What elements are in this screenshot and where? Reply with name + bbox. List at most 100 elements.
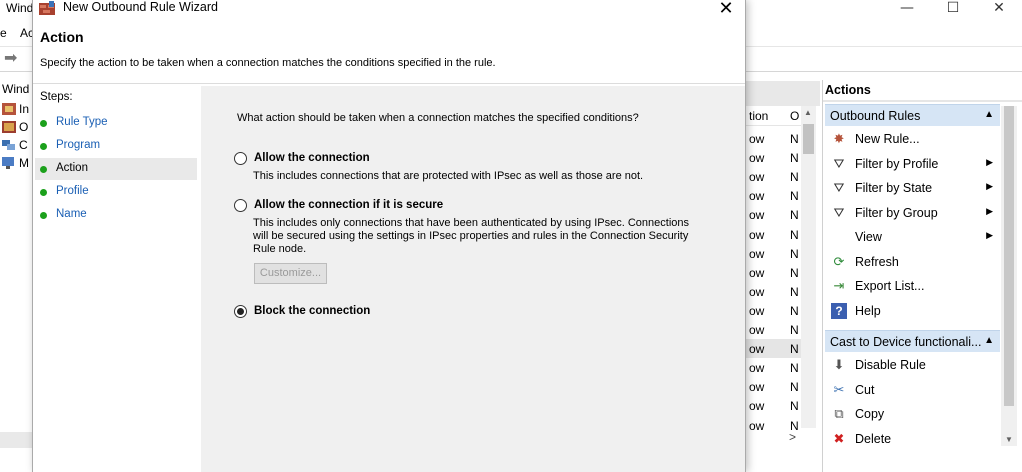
action-disable-rule[interactable]: ⬇ Disable Rule: [827, 354, 999, 376]
collapse-icon[interactable]: ▲: [984, 109, 994, 120]
table-row[interactable]: ow N: [745, 377, 803, 396]
step-rule-type[interactable]: Rule Type: [35, 112, 197, 134]
cell-action: ow: [749, 208, 765, 222]
allow-if-secure-radio[interactable]: Allow the connection if it is secure: [234, 197, 443, 213]
table-row[interactable]: ow N: [745, 301, 803, 320]
action-filter-by-profile[interactable]: ⛛ Filter by Profile ▶: [827, 153, 999, 175]
copy-icon: ⧉: [834, 406, 844, 421]
table-row[interactable]: ow N: [745, 339, 803, 358]
list-vertical-scrollbar[interactable]: ▲: [801, 106, 816, 428]
radio-button[interactable]: [234, 151, 247, 165]
table-row[interactable]: ow N: [745, 320, 803, 339]
tree-item-inbound[interactable]: In: [2, 100, 29, 118]
cell-action: ow: [749, 380, 765, 394]
table-row[interactable]: ow N: [745, 263, 803, 282]
cell-action: ow: [749, 151, 765, 165]
table-row[interactable]: ow N: [745, 148, 803, 167]
connection-security-icon: [2, 140, 15, 150]
radio-button[interactable]: [234, 198, 247, 212]
wizard-content: What action should be taken when a conne…: [201, 86, 745, 472]
cell-action: ow: [749, 361, 765, 375]
table-row[interactable]: ow N: [745, 396, 803, 415]
step-label: Name: [56, 208, 87, 220]
cell-action: ow: [749, 247, 765, 261]
cell-override: N: [790, 266, 799, 280]
minimize-button[interactable]: —: [884, 0, 930, 20]
table-row[interactable]: ow N: [745, 358, 803, 377]
action-help[interactable]: ? Help: [827, 300, 999, 322]
cell-action: ow: [749, 228, 765, 242]
wizard-close-button[interactable]: ✕: [709, 0, 743, 19]
cell-override: N: [790, 323, 799, 337]
tree-item-monitoring[interactable]: M: [2, 154, 29, 172]
action-delete[interactable]: ✖ Delete: [827, 428, 999, 450]
table-row[interactable]: ow N: [745, 167, 803, 186]
action-label: Delete: [855, 431, 892, 446]
cell-action: ow: [749, 266, 765, 280]
actions-group-outbound-rules[interactable]: Outbound Rules ▲: [825, 104, 1000, 126]
steps-heading: Steps:: [40, 91, 73, 103]
firewall-icon: [39, 1, 55, 15]
tree-item-connection-security[interactable]: C: [2, 136, 28, 154]
table-row[interactable]: ow N: [745, 205, 803, 224]
customize-button[interactable]: Customize...: [254, 263, 327, 284]
new-rule-icon: ✸: [833, 131, 845, 146]
page-title: Action: [40, 29, 84, 45]
column-header-action[interactable]: tion: [749, 109, 768, 123]
block-connection-radio[interactable]: Block the connection: [234, 303, 370, 319]
tree-horizontal-scrollbar[interactable]: [0, 432, 34, 448]
action-view[interactable]: View ▶: [827, 226, 999, 248]
table-row[interactable]: ow N: [745, 244, 803, 263]
table-row[interactable]: ow N: [745, 186, 803, 205]
page-description: Specify the action to be taken when a co…: [40, 57, 496, 69]
allow-connection-radio[interactable]: Allow the connection: [234, 150, 370, 166]
radio-button[interactable]: [234, 304, 247, 318]
scroll-up-arrow-icon[interactable]: ▲: [804, 108, 812, 117]
action-filter-by-state[interactable]: ⛛ Filter by State ▶: [827, 177, 999, 199]
action-label: Export List...: [855, 279, 925, 293]
step-action[interactable]: Action: [35, 158, 197, 180]
scroll-thumb[interactable]: [803, 124, 814, 154]
cell-override: N: [790, 285, 799, 299]
table-row[interactable]: ow N: [745, 129, 803, 148]
scroll-right-arrow-icon[interactable]: >: [789, 430, 796, 444]
step-profile[interactable]: Profile: [35, 181, 197, 203]
mmc-window-title: Wind: [6, 1, 34, 15]
list-horizontal-scrollbar[interactable]: >: [745, 430, 820, 446]
action-cut[interactable]: ✂ Cut: [827, 379, 999, 401]
step-status-icon: [40, 212, 47, 219]
actions-group-selected-rule[interactable]: Cast to Device functionali... ▲: [825, 330, 1000, 352]
wizard-title: New Outbound Rule Wizard: [63, 0, 218, 14]
action-filter-by-group[interactable]: ⛛ Filter by Group ▶: [827, 202, 999, 224]
action-label: View: [855, 230, 882, 244]
action-question: What action should be taken when a conne…: [237, 112, 639, 124]
action-label: Filter by Group: [855, 205, 938, 220]
action-new-rule[interactable]: ✸ New Rule...: [827, 128, 999, 150]
scroll-thumb[interactable]: [1004, 106, 1014, 406]
table-row[interactable]: ow N: [745, 225, 803, 244]
window-close-button[interactable]: ✕: [976, 0, 1022, 20]
cell-action: ow: [749, 342, 765, 356]
tree-item-outbound[interactable]: O: [2, 118, 28, 136]
scroll-down-arrow-icon[interactable]: ▼: [1005, 435, 1013, 444]
back-arrow-icon[interactable]: ➡: [4, 50, 22, 68]
collapse-icon[interactable]: ▲: [984, 335, 994, 346]
menu-item-file[interactable]: e: [0, 26, 7, 40]
tree-item-root[interactable]: Wind: [2, 80, 29, 98]
step-program[interactable]: Program: [35, 135, 197, 157]
step-label: Program: [56, 139, 101, 151]
step-name[interactable]: Name: [35, 204, 197, 226]
step-status-icon: [40, 120, 47, 127]
action-copy[interactable]: ⧉ Copy: [827, 403, 999, 425]
table-row[interactable]: ow N: [745, 282, 803, 301]
column-header-override[interactable]: O: [790, 109, 799, 123]
cell-action: ow: [749, 132, 765, 146]
action-refresh[interactable]: ⟳ Refresh: [827, 251, 999, 273]
cell-override: N: [790, 189, 799, 203]
submenu-arrow-icon: ▶: [986, 230, 993, 240]
actions-vertical-scrollbar[interactable]: ▼: [1001, 106, 1017, 446]
maximize-button[interactable]: ☐: [930, 0, 976, 20]
group-label: Cast to Device functionali...: [830, 335, 982, 349]
submenu-arrow-icon: ▶: [986, 156, 993, 167]
action-export-list[interactable]: ⇥ Export List...: [827, 275, 999, 297]
